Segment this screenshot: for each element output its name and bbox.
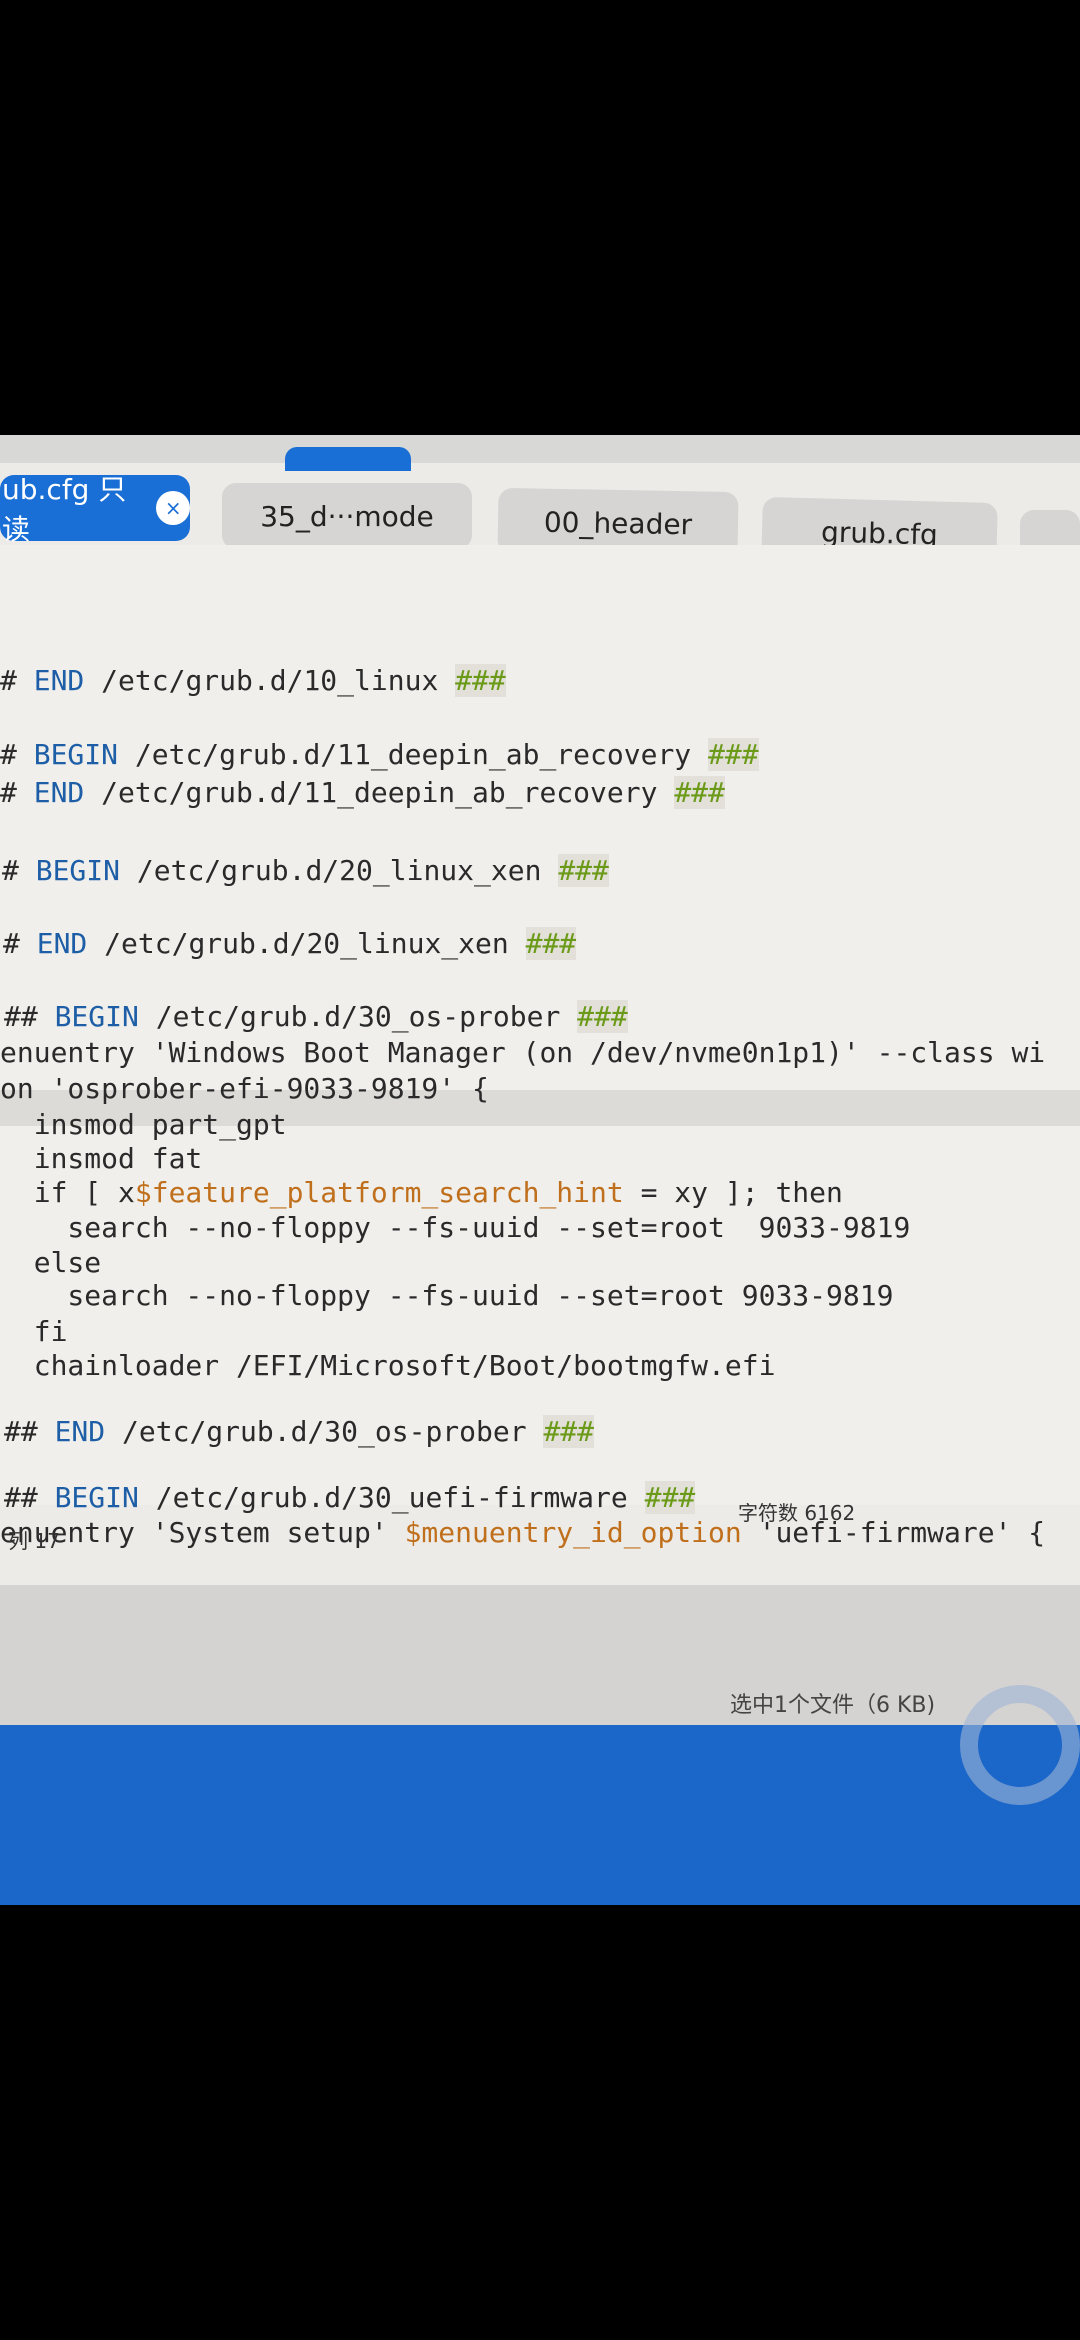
keyword: END: [33, 664, 85, 697]
code-text: /etc/grub.d/11_deepin_ab_recovery: [84, 776, 675, 809]
comment-marker: ###: [455, 664, 506, 697]
code-line: ## BEGIN /etc/grub.d/30_uefi-firmware ##…: [4, 1480, 696, 1516]
comment-marker: ###: [674, 776, 725, 809]
code-text: /etc/grub.d/30_os-prober: [138, 1000, 578, 1033]
code-line: insmod part_gpt: [0, 1107, 287, 1143]
comment-marker: ###: [543, 1415, 595, 1448]
code-line: # BEGIN /etc/grub.d/20_linux_xen ###: [2, 853, 609, 889]
code-text: if [ x: [0, 1176, 135, 1209]
code-line: # END /etc/grub.d/10_linux ###: [0, 663, 506, 699]
code-line: # END /etc/grub.d/20_linux_xen ###: [3, 926, 577, 962]
code-line: insmod fat: [0, 1141, 203, 1177]
code-text: fi: [0, 1315, 68, 1348]
keyword: BEGIN: [33, 738, 119, 771]
code-line: on 'osprober-efi-9033-9819' {: [0, 1071, 489, 1107]
code-text: #: [0, 664, 34, 697]
code-line: enuentry 'Windows Boot Manager (on /dev/…: [0, 1035, 1045, 1071]
text-editor-window: ub.cfg 只读 × 35_d···mode 00_header grub.c…: [0, 435, 1080, 1585]
code-line: ## BEGIN /etc/grub.d/30_os-prober ###: [4, 999, 628, 1035]
title-bar: [0, 435, 1080, 463]
code-text: insmod part_gpt: [0, 1108, 287, 1141]
code-text: #: [0, 738, 34, 771]
code-text: #: [3, 927, 37, 960]
code-line: search --no-floppy --fs-uuid --set=root …: [0, 1210, 910, 1246]
char-count: 字符数 6162: [738, 1501, 856, 1525]
code-text: /etc/grub.d/30_os-prober: [105, 1415, 544, 1448]
code-text: else: [0, 1246, 102, 1279]
code-text: enuentry 'System setup': [0, 1516, 405, 1549]
code-line: # END /etc/grub.d/11_deepin_ab_recovery …: [0, 775, 725, 811]
code-line: else: [0, 1245, 101, 1281]
code-text: /etc/grub.d/20_linux_xen: [87, 927, 526, 960]
keyword: BEGIN: [54, 1481, 139, 1514]
column-indicator: 列 17: [8, 1529, 60, 1553]
code-line: ## END /etc/grub.d/30_os-prober ###: [4, 1414, 595, 1450]
tab-label: 00_header: [543, 505, 693, 541]
keyword: END: [33, 776, 85, 809]
keyword: END: [36, 927, 88, 960]
variable: $menuentry_id_option: [404, 1516, 742, 1549]
code-text: on 'osprober-efi-9033-9819' {: [0, 1072, 489, 1105]
code-text: #: [2, 854, 36, 887]
code-editor[interactable]: # END /etc/grub.d/10_linux ### # BEGIN /e…: [0, 545, 1080, 1549]
code-line: chainloader /EFI/Microsoft/Boot/bootmgfw…: [0, 1348, 776, 1384]
file-selection-status: 选中1个文件（6 KB): [730, 1693, 936, 1718]
keyword: BEGIN: [54, 1000, 139, 1033]
code-text: ##: [4, 1481, 55, 1514]
decorative-circle: [960, 1685, 1080, 1805]
close-icon[interactable]: ×: [156, 491, 190, 525]
tab-label: 35_d···mode: [260, 499, 434, 533]
code-text: search --no-floppy --fs-uuid --set=root …: [0, 1279, 894, 1312]
comment-marker: ###: [525, 927, 577, 960]
tab-grub-cfg-readonly[interactable]: ub.cfg 只读 ×: [0, 473, 190, 546]
code-text: /etc/grub.d/11_deepin_ab_recovery: [118, 738, 709, 771]
keyword: BEGIN: [35, 854, 121, 887]
code-line: fi: [0, 1314, 68, 1350]
code-text: ##: [4, 1000, 55, 1033]
code-text: #: [0, 776, 34, 809]
code-line: enuentry 'System setup' $menuentry_id_op…: [0, 1515, 1045, 1551]
keyword: END: [54, 1415, 106, 1448]
variable: $feature_platform_search_hint: [134, 1176, 624, 1209]
code-text: enuentry 'Windows Boot Manager (on /dev/…: [0, 1036, 1046, 1069]
comment-marker: ###: [558, 854, 609, 887]
code-text: /etc/grub.d/20_linux_xen: [120, 854, 559, 887]
code-text: search --no-floppy --fs-uuid --set=root …: [0, 1211, 911, 1244]
code-text: /etc/grub.d/30_uefi-firmware: [138, 1481, 645, 1514]
code-line: search --no-floppy --fs-uuid --set=root …: [0, 1278, 893, 1314]
tab-label: ub.cfg 只读: [2, 473, 127, 546]
code-text: = xy ]; then: [623, 1176, 843, 1209]
screen: ub.cfg 只读 × 35_d···mode 00_header grub.c…: [0, 435, 1080, 1905]
code-line: if [ x$feature_platform_search_hint = xy…: [0, 1175, 843, 1211]
comment-marker: ###: [708, 738, 759, 771]
code-text: insmod fat: [0, 1142, 203, 1175]
comment-marker: ###: [644, 1481, 696, 1514]
code-text: chainloader /EFI/Microsoft/Boot/bootmgfw…: [0, 1349, 776, 1382]
code-text: ##: [4, 1415, 55, 1448]
title-accent: [285, 447, 411, 471]
code-text: /etc/grub.d/10_linux: [84, 664, 456, 697]
tab-35-d-mode[interactable]: 35_d···mode: [222, 483, 472, 549]
comment-marker: ###: [577, 1000, 628, 1033]
code-line: # BEGIN /etc/grub.d/11_deepin_ab_recover…: [0, 737, 759, 773]
